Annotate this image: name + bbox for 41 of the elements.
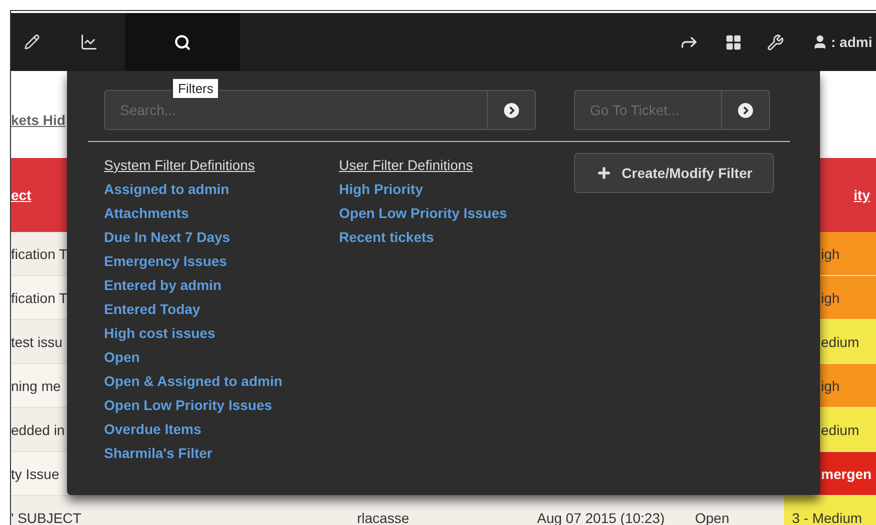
priority-cell: 3 - Medium: [784, 496, 876, 525]
user-menu[interactable]: : admi: [796, 13, 876, 71]
grid-icon: [724, 34, 742, 50]
chevron-circle-icon: [504, 102, 519, 118]
filter-link[interactable]: Open Low Priority Issues: [339, 201, 508, 225]
subject-cell: fication T: [11, 290, 67, 306]
filter-link[interactable]: Open: [104, 345, 140, 369]
subject-cell: fication T: [11, 246, 67, 262]
section-heading: System Filter Definitions: [104, 156, 255, 175]
chevron-circle-icon: [738, 102, 753, 118]
filter-link[interactable]: High Priority: [339, 177, 424, 201]
subject-cell-text: ning me: [11, 378, 62, 394]
create-filter-button[interactable]: Create/Modify Filter: [574, 153, 774, 193]
filter-link[interactable]: Recent tickets: [339, 225, 434, 249]
pencil-icon: [24, 34, 40, 50]
filter-link[interactable]: Open & Assigned to admin: [104, 369, 282, 393]
owner-cell-text: rlacasse: [357, 510, 410, 525]
filter-link[interactable]: Sharmila's Filter: [104, 441, 212, 465]
filter-link[interactable]: Due In Next 7 Days: [104, 225, 230, 249]
filter-link[interactable]: Assigned to admin: [104, 177, 230, 201]
line-chart-icon: [80, 33, 98, 51]
section-heading: User Filter Definitions: [339, 156, 473, 175]
filter-link[interactable]: Attachments: [104, 201, 189, 225]
subject-cell-text: edded in: [11, 422, 66, 438]
filter-link[interactable]: Entered by admin: [104, 273, 222, 297]
subject-cell-text: test issu: [11, 334, 64, 350]
column-header[interactable]: ity: [854, 187, 876, 203]
filter-link[interactable]: Open Low Priority Issues: [104, 393, 272, 417]
filter-link[interactable]: Entered Today: [104, 297, 200, 321]
tooltip: Filters: [172, 78, 220, 99]
subject-cell-text: ty Issue: [11, 466, 60, 482]
tickets-link[interactable]: kets Hid: [11, 112, 66, 128]
filter-link[interactable]: Emergency Issues: [104, 249, 227, 273]
plus-icon: [596, 165, 612, 181]
search-icon: [174, 34, 191, 50]
user-icon: [812, 34, 828, 50]
filter-link[interactable]: High cost issues: [104, 321, 216, 345]
subject-cell-text: ' SUBJECT: [11, 510, 82, 525]
wrench-icon: [766, 34, 784, 50]
filter-link[interactable]: Overdue Items: [104, 417, 202, 441]
column-header[interactable]: ect: [11, 187, 38, 203]
